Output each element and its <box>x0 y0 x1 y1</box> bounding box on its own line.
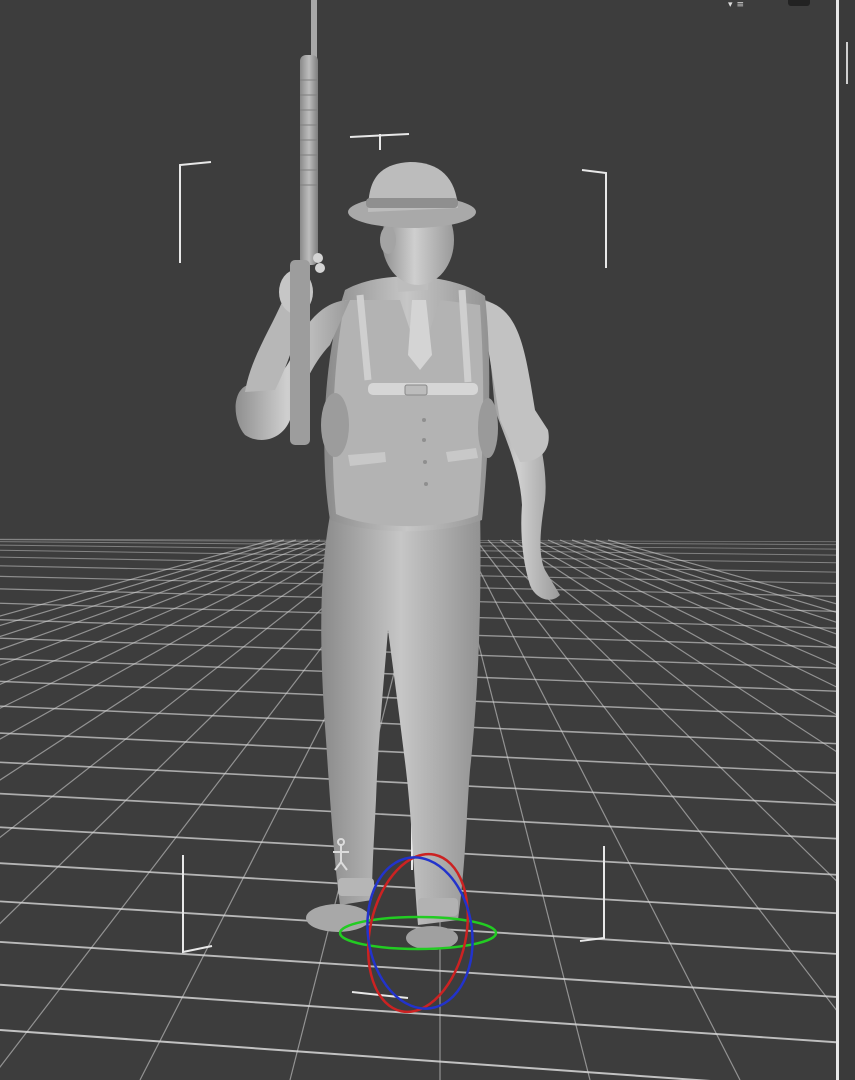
3d-viewport[interactable]: ▾ ≡ <box>0 0 855 1080</box>
holster-icon <box>321 393 349 457</box>
viewport-corner-controls: ▾ ≡ <box>728 0 838 10</box>
scene-canvas[interactable] <box>0 0 836 1080</box>
left-shoe <box>306 904 370 932</box>
belt-buckle <box>404 384 428 396</box>
left-cuff <box>338 878 374 896</box>
right-side-panel[interactable] <box>839 0 855 1080</box>
viewport-menu-icon[interactable]: ▾ <box>728 0 733 10</box>
holster-right <box>478 398 498 458</box>
vest <box>332 300 484 527</box>
right-cuff <box>418 898 458 916</box>
hat-band <box>366 198 458 208</box>
panel-splitter-handle[interactable] <box>846 42 848 84</box>
ear <box>380 226 396 254</box>
viewport-options-icon[interactable]: ≡ <box>737 0 745 10</box>
